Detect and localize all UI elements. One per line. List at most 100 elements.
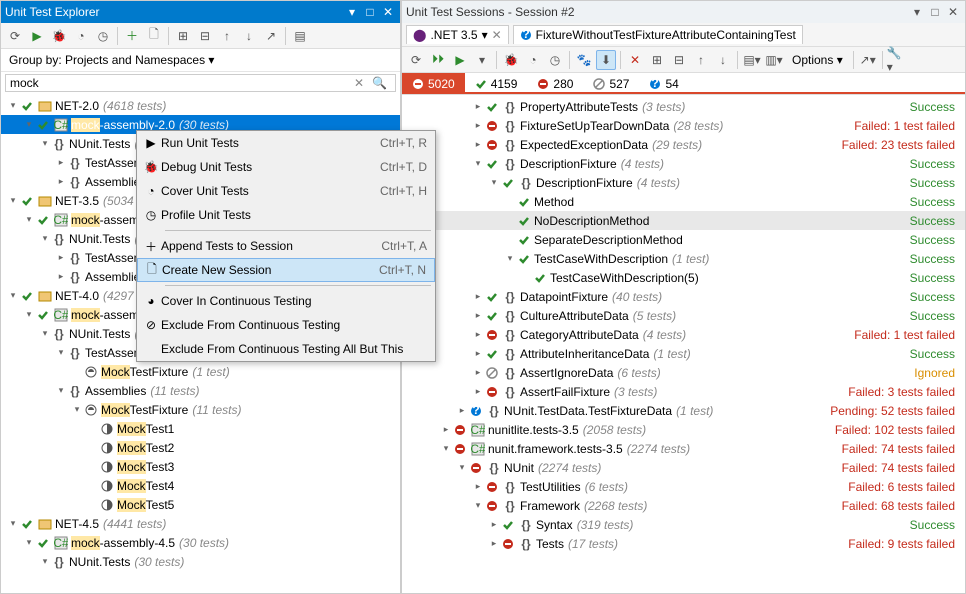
profile-icon[interactable]: ◷ [545, 50, 565, 70]
expand-icon[interactable]: ▾ [7, 100, 19, 111]
tree-row[interactable]: ▾{}NUnit(2274 tests)Failed: 74 tests fai… [402, 458, 965, 477]
tree-row[interactable]: ▸{}AttributeInheritanceData(1 test)Succe… [402, 344, 965, 363]
tree-row[interactable]: ▾{}DescriptionFixture(4 tests)Success [402, 173, 965, 192]
tree-row[interactable]: ▾{}NUnit.Tests(30 tests) [1, 552, 400, 571]
tree-row[interactable]: ▾{}DescriptionFixture(4 tests)Success [402, 154, 965, 173]
tree-row[interactable]: ▸{}Syntax(319 tests)Success [402, 515, 965, 534]
search-icon[interactable]: 🔍 [368, 76, 391, 90]
tree-row[interactable]: ▸{}DatapointFixture(40 tests)Success [402, 287, 965, 306]
tree-row[interactable]: ▸{}TestUtilities(6 tests)Failed: 6 tests… [402, 477, 965, 496]
maximize-icon[interactable]: □ [927, 4, 943, 20]
group-by-dropdown[interactable]: Group by: Projects and Namespaces ▾ [1, 49, 400, 72]
expand-icon[interactable]: ▾ [456, 462, 468, 473]
menu-item[interactable]: Exclude From Continuous Testing All But … [137, 337, 435, 361]
menu-item[interactable]: ◕Cover In Continuous Testing [137, 289, 435, 313]
debug-icon[interactable]: 🐞 [501, 50, 521, 70]
expand-icon[interactable]: ▾ [39, 556, 51, 567]
tree-row[interactable]: MockTestFixture(1 test) [1, 362, 400, 381]
tree-row[interactable]: SeparateDescriptionMethodSuccess [402, 230, 965, 249]
export-icon[interactable]: ↗▾ [858, 50, 878, 70]
expand-icon[interactable]: ▸ [472, 120, 484, 131]
expand-icon[interactable]: ▸ [472, 139, 484, 150]
tree-row[interactable]: ▾C#nunit.framework.tests-3.5(2274 tests)… [402, 439, 965, 458]
close-icon[interactable]: ✕ [380, 4, 396, 20]
remove-icon[interactable]: ✕ [625, 50, 645, 70]
clear-search-icon[interactable]: ✕ [350, 76, 368, 90]
expand-icon[interactable]: ▾ [55, 347, 67, 358]
tree-row[interactable]: ▾NET-4.5(4441 tests) [1, 514, 400, 533]
expand-icon[interactable]: ▾ [7, 195, 19, 206]
expand-icon[interactable]: ▾ [440, 443, 452, 454]
play-all-icon[interactable]: ⏵⏵ [428, 50, 448, 70]
expand-icon[interactable]: ▸ [55, 176, 67, 187]
tree-row[interactable]: ▾MockTestFixture(11 tests) [1, 400, 400, 419]
tree-row[interactable]: ▸{}Tests(17 tests)Failed: 9 tests failed [402, 534, 965, 553]
expand-icon[interactable]: ▾ [7, 290, 19, 301]
expand-icon[interactable]: ▸ [472, 291, 484, 302]
expand-icon[interactable]: ▾ [55, 385, 67, 396]
tree-row[interactable]: ▾{}Assemblies(11 tests) [1, 381, 400, 400]
up-icon[interactable]: ↑ [217, 26, 237, 46]
expand-all-icon[interactable]: ⊞ [647, 50, 667, 70]
tree-row[interactable]: ▸{}FixtureSetUpTearDownData(28 tests)Fai… [402, 116, 965, 135]
tree-row[interactable]: ▸?{}NUnit.TestData.TestFixtureData(1 tes… [402, 401, 965, 420]
new-session-icon[interactable]: 🗋 [144, 26, 164, 46]
expand-icon[interactable]: ▸ [472, 329, 484, 340]
expand-icon[interactable]: ▸ [488, 519, 500, 530]
refresh-icon[interactable]: ⟳ [5, 26, 25, 46]
expand-icon[interactable]: ▸ [472, 101, 484, 112]
expand-icon[interactable]: ▾ [23, 537, 35, 548]
menu-item[interactable]: 🗋Create New SessionCtrl+T, N [137, 258, 435, 282]
status-filter[interactable]: ?54 [639, 73, 688, 94]
expand-icon[interactable]: ▸ [456, 405, 468, 416]
profile-icon[interactable]: ◷ [93, 26, 113, 46]
menu-item[interactable]: ▶Run Unit TestsCtrl+T, R [137, 131, 435, 155]
expand-icon[interactable]: ▾ [504, 253, 516, 264]
tree-row[interactable]: ▾TestCaseWithDescription(1 test)Success [402, 249, 965, 268]
expand-icon[interactable]: ▾ [7, 518, 19, 529]
collapse-all-icon[interactable]: ⊟ [195, 26, 215, 46]
sessions-tree[interactable]: ▸{}PropertyAttributeTests(3 tests)Succes… [402, 95, 965, 593]
tree-row[interactable]: MethodSuccess [402, 192, 965, 211]
tree-row[interactable]: ▾C#mock-assembly-4.5(30 tests) [1, 533, 400, 552]
tab-dropdown-icon[interactable]: ▾ [482, 28, 488, 42]
menu-item[interactable]: ＋Append Tests to SessionCtrl+T, A [137, 234, 435, 258]
up-icon[interactable]: ↑ [691, 50, 711, 70]
expand-icon[interactable]: ▸ [488, 538, 500, 549]
tree-row[interactable]: MockTest1 [1, 419, 400, 438]
expand-icon[interactable]: ▾ [39, 138, 51, 149]
tree-row[interactable]: TestCaseWithDescription(5)Success [402, 268, 965, 287]
down-icon[interactable]: ↓ [239, 26, 259, 46]
maximize-icon[interactable]: □ [362, 4, 378, 20]
expand-icon[interactable]: ▸ [472, 481, 484, 492]
expand-icon[interactable]: ▾ [39, 233, 51, 244]
tree-row[interactable]: ▾NET-2.0(4618 tests) [1, 96, 400, 115]
expand-all-icon[interactable]: ⊞ [173, 26, 193, 46]
tree-row[interactable]: ▾{}Framework(2268 tests)Failed: 68 tests… [402, 496, 965, 515]
add-icon[interactable]: ＋ [122, 26, 142, 46]
expand-icon[interactable]: ▸ [472, 348, 484, 359]
options-dropdown[interactable]: Options ▾ [786, 51, 849, 69]
expand-icon[interactable]: ▾ [23, 214, 35, 225]
expand-icon[interactable]: ▸ [472, 310, 484, 321]
expand-icon[interactable]: ▸ [55, 157, 67, 168]
status-filter[interactable]: 527 [583, 73, 639, 94]
expand-icon[interactable]: ▾ [39, 328, 51, 339]
down-icon[interactable]: ↓ [713, 50, 733, 70]
tree-row[interactable]: NoDescriptionMethodSuccess [402, 211, 965, 230]
tree-row[interactable]: MockTest5 [1, 495, 400, 514]
menu-item[interactable]: 🐞Debug Unit TestsCtrl+T, D [137, 155, 435, 179]
expand-icon[interactable]: ▸ [55, 271, 67, 282]
tree-row[interactable]: ▸{}CategoryAttributeData(4 tests)Failed:… [402, 325, 965, 344]
session-tab[interactable]: ?FixtureWithoutTestFixtureAttributeConta… [513, 25, 803, 44]
dropdown-icon[interactable]: ▾ [909, 4, 925, 20]
tree-row[interactable]: ▸{}AssertFailFixture(3 tests)Failed: 3 t… [402, 382, 965, 401]
menu-item[interactable]: ⊘Exclude From Continuous Testing [137, 313, 435, 337]
menu-item[interactable]: ◔Cover Unit TestsCtrl+T, H [137, 179, 435, 203]
export-icon[interactable]: ↗ [261, 26, 281, 46]
expand-icon[interactable]: ▸ [55, 252, 67, 263]
expand-icon[interactable]: ▸ [440, 424, 452, 435]
expand-icon[interactable]: ▾ [23, 309, 35, 320]
tab-close-icon[interactable]: ✕ [492, 28, 502, 42]
group-icon[interactable]: ▤▾ [742, 50, 762, 70]
